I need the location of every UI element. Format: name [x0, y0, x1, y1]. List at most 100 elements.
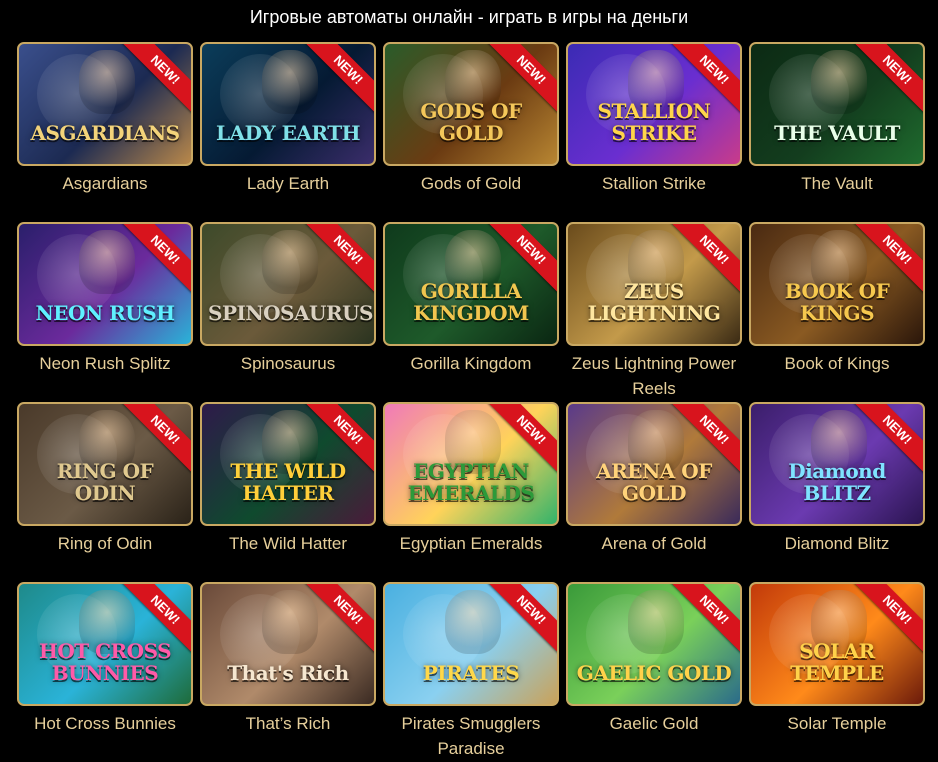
game-title-link[interactable]: Gorilla Kingdom [383, 351, 559, 376]
new-badge-label: NEW! [670, 404, 740, 474]
game-tile-the-vault[interactable]: THE VAULT NEW! The Vault [749, 42, 925, 222]
new-badge-label: NEW! [487, 584, 557, 654]
new-badge-label: NEW! [853, 584, 923, 654]
game-title-link[interactable]: Gods of Gold [383, 171, 559, 196]
game-title-link[interactable]: That’s Rich [200, 711, 376, 736]
game-thumbnail[interactable]: HOT CROSS BUNNIES NEW! [17, 582, 193, 706]
new-ribbon: NEW! [851, 584, 923, 656]
game-tile-the-wild-hatter[interactable]: THE WILD HATTER NEW! The Wild Hatter [200, 402, 376, 582]
game-thumbnail[interactable]: THE VAULT NEW! [749, 42, 925, 166]
game-thumbnail[interactable]: That's Rich NEW! [200, 582, 376, 706]
new-ribbon: NEW! [485, 584, 557, 656]
game-title-link[interactable]: Asgardians [17, 171, 193, 196]
game-logo: THE VAULT [774, 121, 900, 145]
new-ribbon: NEW! [119, 44, 191, 116]
game-thumbnail[interactable]: RING OF ODIN NEW! [17, 402, 193, 526]
game-tile-stallion-strike[interactable]: STALLION STRIKE NEW! Stallion Strike [566, 42, 742, 222]
game-title-link[interactable]: The Wild Hatter [200, 531, 376, 556]
game-thumbnail[interactable]: NEON RUSH NEW! [17, 222, 193, 346]
new-ribbon: NEW! [851, 404, 923, 476]
game-title-link[interactable]: Zeus Lightning Power Reels [566, 351, 742, 401]
game-tile-solar-temple[interactable]: SOLAR TEMPLE NEW! Solar Temple [749, 582, 925, 762]
new-badge-label: NEW! [487, 404, 557, 474]
game-thumbnail[interactable]: THE WILD HATTER NEW! [200, 402, 376, 526]
game-logo: PIRATES [422, 661, 520, 685]
new-ribbon: NEW! [302, 584, 374, 656]
game-title-link[interactable]: Lady Earth [200, 171, 376, 196]
new-ribbon: NEW! [302, 44, 374, 116]
game-tile-spinosaurus[interactable]: SPINOSAURUS NEW! Spinosaurus [200, 222, 376, 402]
new-ribbon: NEW! [119, 404, 191, 476]
new-badge-label: NEW! [853, 224, 923, 294]
game-tile-pirates-smugglers-paradise[interactable]: PIRATES NEW! Pirates Smugglers Paradise [383, 582, 559, 762]
new-badge-label: NEW! [487, 224, 557, 294]
new-badge-label: NEW! [304, 224, 374, 294]
game-tile-gaelic-gold[interactable]: GAELIC GOLD NEW! Gaelic Gold [566, 582, 742, 762]
game-logo: GAELIC GOLD [576, 661, 732, 685]
game-tile-that-s-rich[interactable]: That's Rich NEW! That’s Rich [200, 582, 376, 762]
new-badge-label: NEW! [304, 404, 374, 474]
game-thumbnail[interactable]: SPINOSAURUS NEW! [200, 222, 376, 346]
game-thumbnail[interactable]: ZEUS LIGHTNING NEW! [566, 222, 742, 346]
new-ribbon: NEW! [668, 44, 740, 116]
new-ribbon: NEW! [302, 404, 374, 476]
game-title-link[interactable]: Ring of Odin [17, 531, 193, 556]
game-thumbnail[interactable]: PIRATES NEW! [383, 582, 559, 706]
game-tile-asgardians[interactable]: ASGARDIANS NEW! Asgardians [17, 42, 193, 222]
game-tile-zeus-lightning-power-reels[interactable]: ZEUS LIGHTNING NEW! Zeus Lightning Power R… [566, 222, 742, 402]
game-thumbnail[interactable]: SOLAR TEMPLE NEW! [749, 582, 925, 706]
game-tile-book-of-kings[interactable]: BOOK OF KINGS NEW! Book of Kings [749, 222, 925, 402]
new-badge-label: NEW! [304, 584, 374, 654]
new-badge-label: NEW! [670, 44, 740, 114]
game-tile-egyptian-emeralds[interactable]: EGYPTIAN EMERALDS NEW! Egyptian Emeralds [383, 402, 559, 582]
game-thumbnail[interactable]: ARENA OF GOLD NEW! [566, 402, 742, 526]
game-title-link[interactable]: The Vault [749, 171, 925, 196]
new-ribbon: NEW! [302, 224, 374, 296]
game-tile-diamond-blitz[interactable]: Diamond BLITZ NEW! Diamond Blitz [749, 402, 925, 582]
game-tile-gods-of-gold[interactable]: GODS OF GOLD NEW! Gods of Gold [383, 42, 559, 222]
game-tile-lady-earth[interactable]: LADY EARTH NEW! Lady Earth [200, 42, 376, 222]
new-ribbon: NEW! [119, 224, 191, 296]
new-badge-label: NEW! [487, 44, 557, 114]
new-ribbon: NEW! [485, 404, 557, 476]
new-badge-label: NEW! [121, 44, 191, 114]
game-tile-arena-of-gold[interactable]: ARENA OF GOLD NEW! Arena of Gold [566, 402, 742, 582]
game-tile-gorilla-kingdom[interactable]: GORILLA KINGDOM NEW! Gorilla Kingdom [383, 222, 559, 402]
game-thumbnail[interactable]: Diamond BLITZ NEW! [749, 402, 925, 526]
new-ribbon: NEW! [485, 224, 557, 296]
game-thumbnail[interactable]: EGYPTIAN EMERALDS NEW! [383, 402, 559, 526]
game-thumbnail[interactable]: BOOK OF KINGS NEW! [749, 222, 925, 346]
new-ribbon: NEW! [485, 44, 557, 116]
new-ribbon: NEW! [119, 584, 191, 656]
new-badge-label: NEW! [121, 224, 191, 294]
new-badge-label: NEW! [853, 404, 923, 474]
game-title-link[interactable]: Diamond Blitz [749, 531, 925, 556]
game-tile-neon-rush-splitz[interactable]: NEON RUSH NEW! Neon Rush Splitz [17, 222, 193, 402]
game-title-link[interactable]: Solar Temple [749, 711, 925, 736]
new-badge-label: NEW! [853, 44, 923, 114]
game-grid: ASGARDIANS NEW! Asgardians LADY EARTH NEW! La… [17, 42, 925, 762]
game-title-link[interactable]: Pirates Smugglers Paradise [383, 711, 559, 761]
game-thumbnail[interactable]: GAELIC GOLD NEW! [566, 582, 742, 706]
game-title-link[interactable]: Arena of Gold [566, 531, 742, 556]
game-thumbnail[interactable]: GORILLA KINGDOM NEW! [383, 222, 559, 346]
game-title-link[interactable]: Stallion Strike [566, 171, 742, 196]
game-title-link[interactable]: Neon Rush Splitz [17, 351, 193, 376]
game-thumbnail[interactable]: STALLION STRIKE NEW! [566, 42, 742, 166]
game-title-link[interactable]: Gaelic Gold [566, 711, 742, 736]
game-title-link[interactable]: Egyptian Emeralds [383, 531, 559, 556]
new-ribbon: NEW! [668, 584, 740, 656]
game-thumbnail[interactable]: LADY EARTH NEW! [200, 42, 376, 166]
new-ribbon: NEW! [851, 44, 923, 116]
new-ribbon: NEW! [668, 404, 740, 476]
new-badge-label: NEW! [304, 44, 374, 114]
game-lobby: Игровые автоматы онлайн - играть в игры … [0, 0, 938, 762]
game-thumbnail[interactable]: ASGARDIANS NEW! [17, 42, 193, 166]
new-ribbon: NEW! [851, 224, 923, 296]
game-title-link[interactable]: Spinosaurus [200, 351, 376, 376]
game-tile-hot-cross-bunnies[interactable]: HOT CROSS BUNNIES NEW! Hot Cross Bunnies [17, 582, 193, 762]
game-title-link[interactable]: Book of Kings [749, 351, 925, 376]
game-thumbnail[interactable]: GODS OF GOLD NEW! [383, 42, 559, 166]
game-title-link[interactable]: Hot Cross Bunnies [17, 711, 193, 736]
game-tile-ring-of-odin[interactable]: RING OF ODIN NEW! Ring of Odin [17, 402, 193, 582]
